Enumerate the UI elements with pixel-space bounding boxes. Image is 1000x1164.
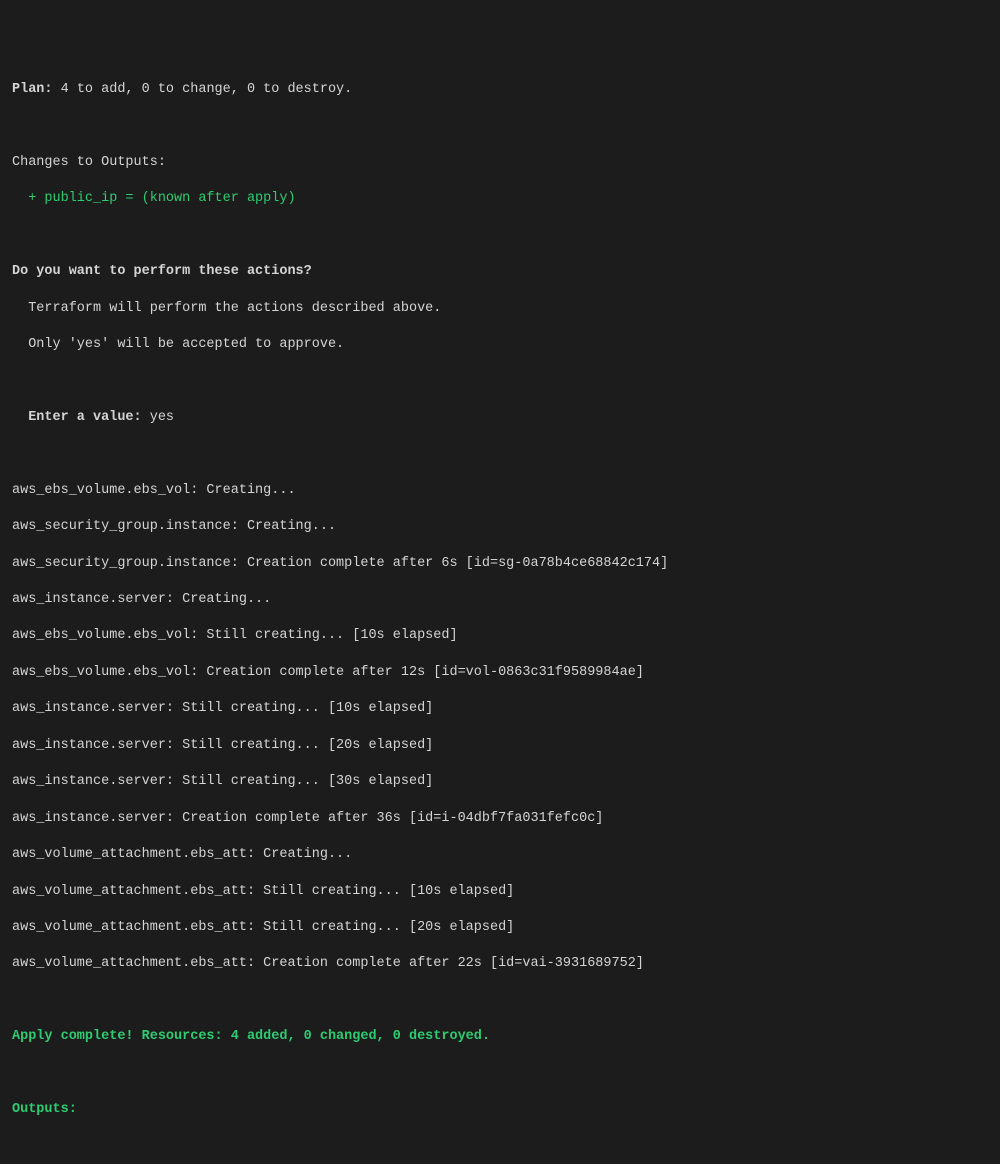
blank bbox=[12, 117, 988, 135]
log-line: aws_volume_attachment.ebs_att: Creating.… bbox=[12, 846, 988, 864]
apply-complete: Apply complete! Resources: 4 added, 0 ch… bbox=[12, 1028, 988, 1046]
plan-label: Plan: bbox=[12, 82, 53, 97]
changes-header: Changes to Outputs: bbox=[12, 154, 988, 172]
enter-value-line: Enter a value: yes bbox=[12, 409, 988, 427]
outputs-header: Outputs: bbox=[12, 1101, 988, 1119]
log-line: aws_security_group.instance: Creation co… bbox=[12, 555, 988, 573]
enter-value[interactable]: yes bbox=[142, 410, 174, 425]
enter-label: Enter a value: bbox=[12, 410, 142, 425]
log-line: aws_instance.server: Still creating... [… bbox=[12, 773, 988, 791]
log-line: aws_instance.server: Creation complete a… bbox=[12, 810, 988, 828]
log-line: aws_instance.server: Creating... bbox=[12, 591, 988, 609]
confirm-line2: Only 'yes' will be accepted to approve. bbox=[12, 336, 988, 354]
log-line: aws_ebs_volume.ebs_vol: Creation complet… bbox=[12, 664, 988, 682]
plus-icon: + bbox=[12, 191, 44, 206]
blank bbox=[12, 992, 988, 1010]
blank bbox=[12, 227, 988, 245]
plan-line: Plan: 4 to add, 0 to change, 0 to destro… bbox=[12, 81, 988, 99]
blank bbox=[12, 1138, 988, 1156]
changes-output-line: + public_ip = (known after apply) bbox=[12, 190, 988, 208]
log-line: aws_ebs_volume.ebs_vol: Creating... bbox=[12, 482, 988, 500]
blank bbox=[12, 1065, 988, 1083]
confirm-question: Do you want to perform these actions? bbox=[12, 263, 988, 281]
blank bbox=[12, 445, 988, 463]
log-line: aws_instance.server: Still creating... [… bbox=[12, 737, 988, 755]
log-line: aws_security_group.instance: Creating... bbox=[12, 518, 988, 536]
log-line: aws_ebs_volume.ebs_vol: Still creating..… bbox=[12, 627, 988, 645]
plan-summary: 4 to add, 0 to change, 0 to destroy. bbox=[53, 82, 353, 97]
log-line: aws_volume_attachment.ebs_att: Still cre… bbox=[12, 883, 988, 901]
changes-output-text: public_ip = (known after apply) bbox=[44, 191, 295, 206]
log-line: aws_volume_attachment.ebs_att: Still cre… bbox=[12, 919, 988, 937]
log-line: aws_volume_attachment.ebs_att: Creation … bbox=[12, 955, 988, 973]
confirm-line1: Terraform will perform the actions descr… bbox=[12, 300, 988, 318]
log-line: aws_instance.server: Still creating... [… bbox=[12, 700, 988, 718]
blank bbox=[12, 372, 988, 390]
